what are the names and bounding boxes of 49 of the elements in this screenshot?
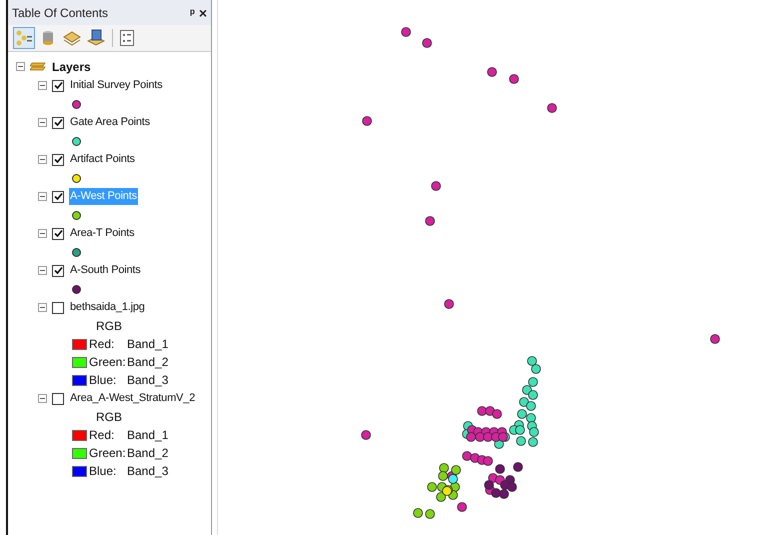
layers-icon [30,60,47,73]
database-icon [41,29,55,47]
close-button[interactable]: × [198,6,207,20]
layer-tree-icon [15,29,33,47]
collapse-toggle[interactable] [16,62,25,71]
collapse-toggle[interactable] [38,266,47,275]
band-name: Red: [89,427,116,444]
collapse-toggle[interactable] [38,155,47,164]
layer-name[interactable]: bethsaida_1.jpg [69,299,146,316]
band-name: Blue: [89,372,118,389]
band-name: Green: [89,445,125,462]
band-value: Band_1 [127,427,168,444]
visibility-checkbox[interactable] [52,228,64,240]
visibility-checkbox[interactable] [52,190,64,202]
collapse-toggle[interactable] [38,118,47,127]
panel-title: Table Of Contents [12,4,108,22]
band-name: Green: [89,354,125,371]
list-options-icon [120,30,134,46]
visibility-checkbox[interactable] [52,392,64,404]
layer-name[interactable]: A-South Points [69,262,142,279]
root-label[interactable]: Layers [52,58,91,76]
collapse-toggle[interactable] [38,303,47,312]
band-label: RGB [96,318,122,335]
layer-name[interactable]: Area-T Points [69,225,136,242]
toolbar-button[interactable] [13,27,35,49]
visibility-checkbox[interactable] [52,80,64,92]
band-name: Red: [89,336,116,353]
visibility-checkbox[interactable] [52,154,64,166]
visibility-checkbox[interactable] [52,302,64,314]
band-value: Band_3 [127,463,168,480]
band-value: Band_1 [127,336,168,353]
layer-name[interactable]: Gate Area Points [69,114,151,131]
layer-name[interactable]: Artifact Points [69,151,136,168]
layer-selection-icon [87,29,105,47]
collapse-toggle[interactable] [38,229,47,238]
layer-name[interactable]: Initial Survey Points [69,77,164,94]
stacked-layers-icon [63,30,81,46]
collapse-toggle[interactable] [38,81,47,90]
layer-name[interactable]: Area_A-West_StratumV_2 [69,390,196,407]
band-value: Band_3 [127,372,168,389]
band-value: Band_2 [127,445,168,462]
collapse-toggle[interactable] [38,192,47,201]
visibility-checkbox[interactable] [52,264,64,276]
band-name: Blue: [89,463,118,480]
collapse-toggle[interactable] [38,394,47,403]
visibility-checkbox[interactable] [52,116,64,128]
band-value: Band_2 [127,354,168,371]
band-label: RGB [96,409,122,426]
pin-button[interactable]: ᵖ [190,6,195,18]
